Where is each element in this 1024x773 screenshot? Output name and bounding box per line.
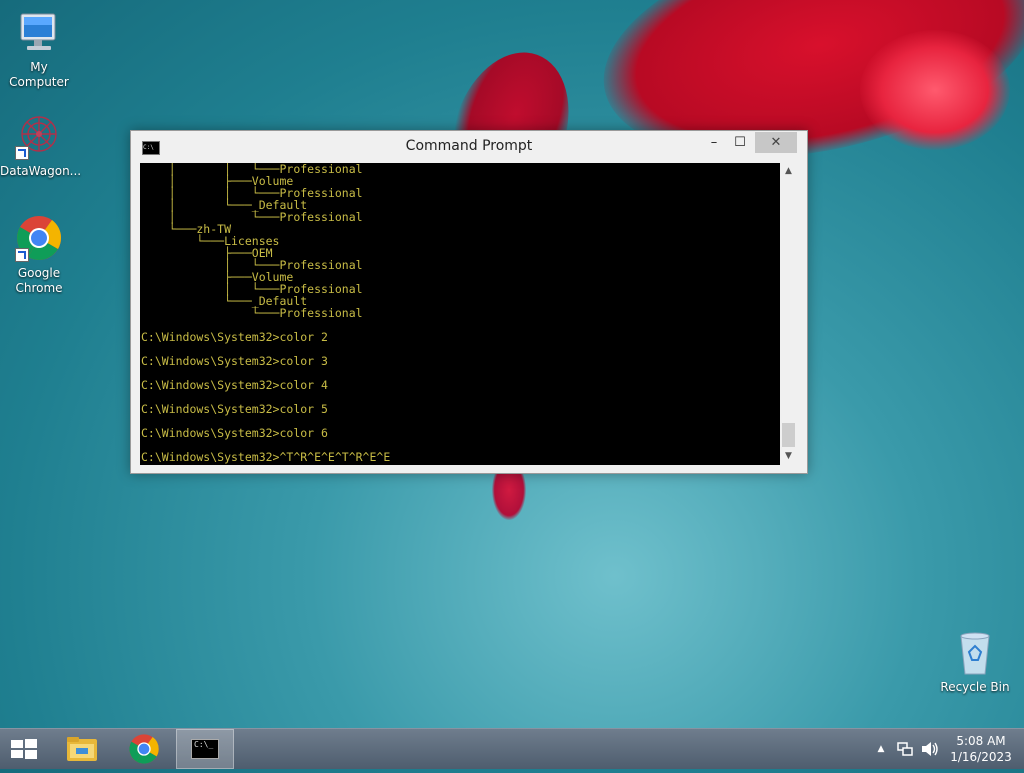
console-output[interactable]: │ │ └───Professional │ ├───Volume │ │ └─…	[140, 163, 780, 465]
volume-icon[interactable]	[920, 729, 940, 769]
datawagon-icon	[15, 112, 63, 160]
desktop-icon-label: My Computer	[9, 60, 69, 89]
command-prompt-window[interactable]: C:\ Command Prompt – ☐ ✕ │ │ └───Profess…	[130, 130, 808, 474]
chrome-icon	[15, 214, 63, 262]
start-button[interactable]	[0, 729, 48, 769]
scroll-thumb[interactable]	[782, 423, 795, 447]
taskbar-command-prompt[interactable]: C:\_	[176, 729, 234, 769]
network-icon[interactable]	[896, 729, 914, 769]
clock-time: 5:08 AM	[956, 734, 1006, 748]
wallpaper-flower-petal	[860, 30, 1010, 150]
show-hidden-icons-icon[interactable]: ▲	[874, 729, 888, 769]
maximize-icon: ☐	[734, 135, 746, 150]
computer-icon	[15, 8, 63, 56]
taskbar-file-explorer[interactable]	[58, 729, 106, 769]
desktop-icon-recycle-bin[interactable]: Recycle Bin	[936, 630, 1014, 695]
taskbar: C:\_ ▲ 5:08 AM 1/16/2023	[0, 728, 1024, 769]
desktop-icon-chrome[interactable]: Google Chrome	[0, 214, 78, 296]
recycle-bin-icon	[951, 630, 999, 676]
maximize-button[interactable]: ☐	[729, 132, 751, 153]
minimize-icon: –	[710, 135, 718, 150]
shortcut-arrow-icon	[15, 146, 29, 160]
window-titlebar[interactable]: C:\ Command Prompt – ☐ ✕	[131, 131, 807, 163]
chrome-icon	[129, 734, 159, 764]
system-clock[interactable]: 5:08 AM 1/16/2023	[946, 729, 1016, 773]
cmd-icon: C:\_	[191, 739, 219, 759]
desktop-icon-label: DataWagon...	[0, 164, 82, 178]
close-button[interactable]: ✕	[755, 132, 797, 153]
scroll-down-icon[interactable]: ▼	[780, 448, 797, 465]
file-explorer-icon	[67, 737, 97, 761]
vertical-scrollbar[interactable]: ▲ ▼	[780, 163, 797, 465]
shortcut-arrow-icon	[15, 248, 29, 262]
console-text: │ │ └───Professional │ ├───Volume │ │ └─…	[141, 163, 391, 464]
close-icon: ✕	[770, 135, 782, 150]
taskbar-chrome[interactable]	[120, 729, 168, 769]
clock-date: 1/16/2023	[950, 750, 1012, 764]
desktop-icon-label: Google Chrome	[15, 266, 63, 295]
start-icon	[11, 739, 37, 759]
desktop-icon-label: Recycle Bin	[940, 680, 1010, 694]
minimize-button[interactable]: –	[703, 132, 725, 153]
desktop-icon-my-computer[interactable]: My Computer	[0, 8, 78, 90]
scroll-up-icon[interactable]: ▲	[780, 163, 797, 180]
desktop-icon-datawagon[interactable]: DataWagon...	[0, 112, 82, 179]
